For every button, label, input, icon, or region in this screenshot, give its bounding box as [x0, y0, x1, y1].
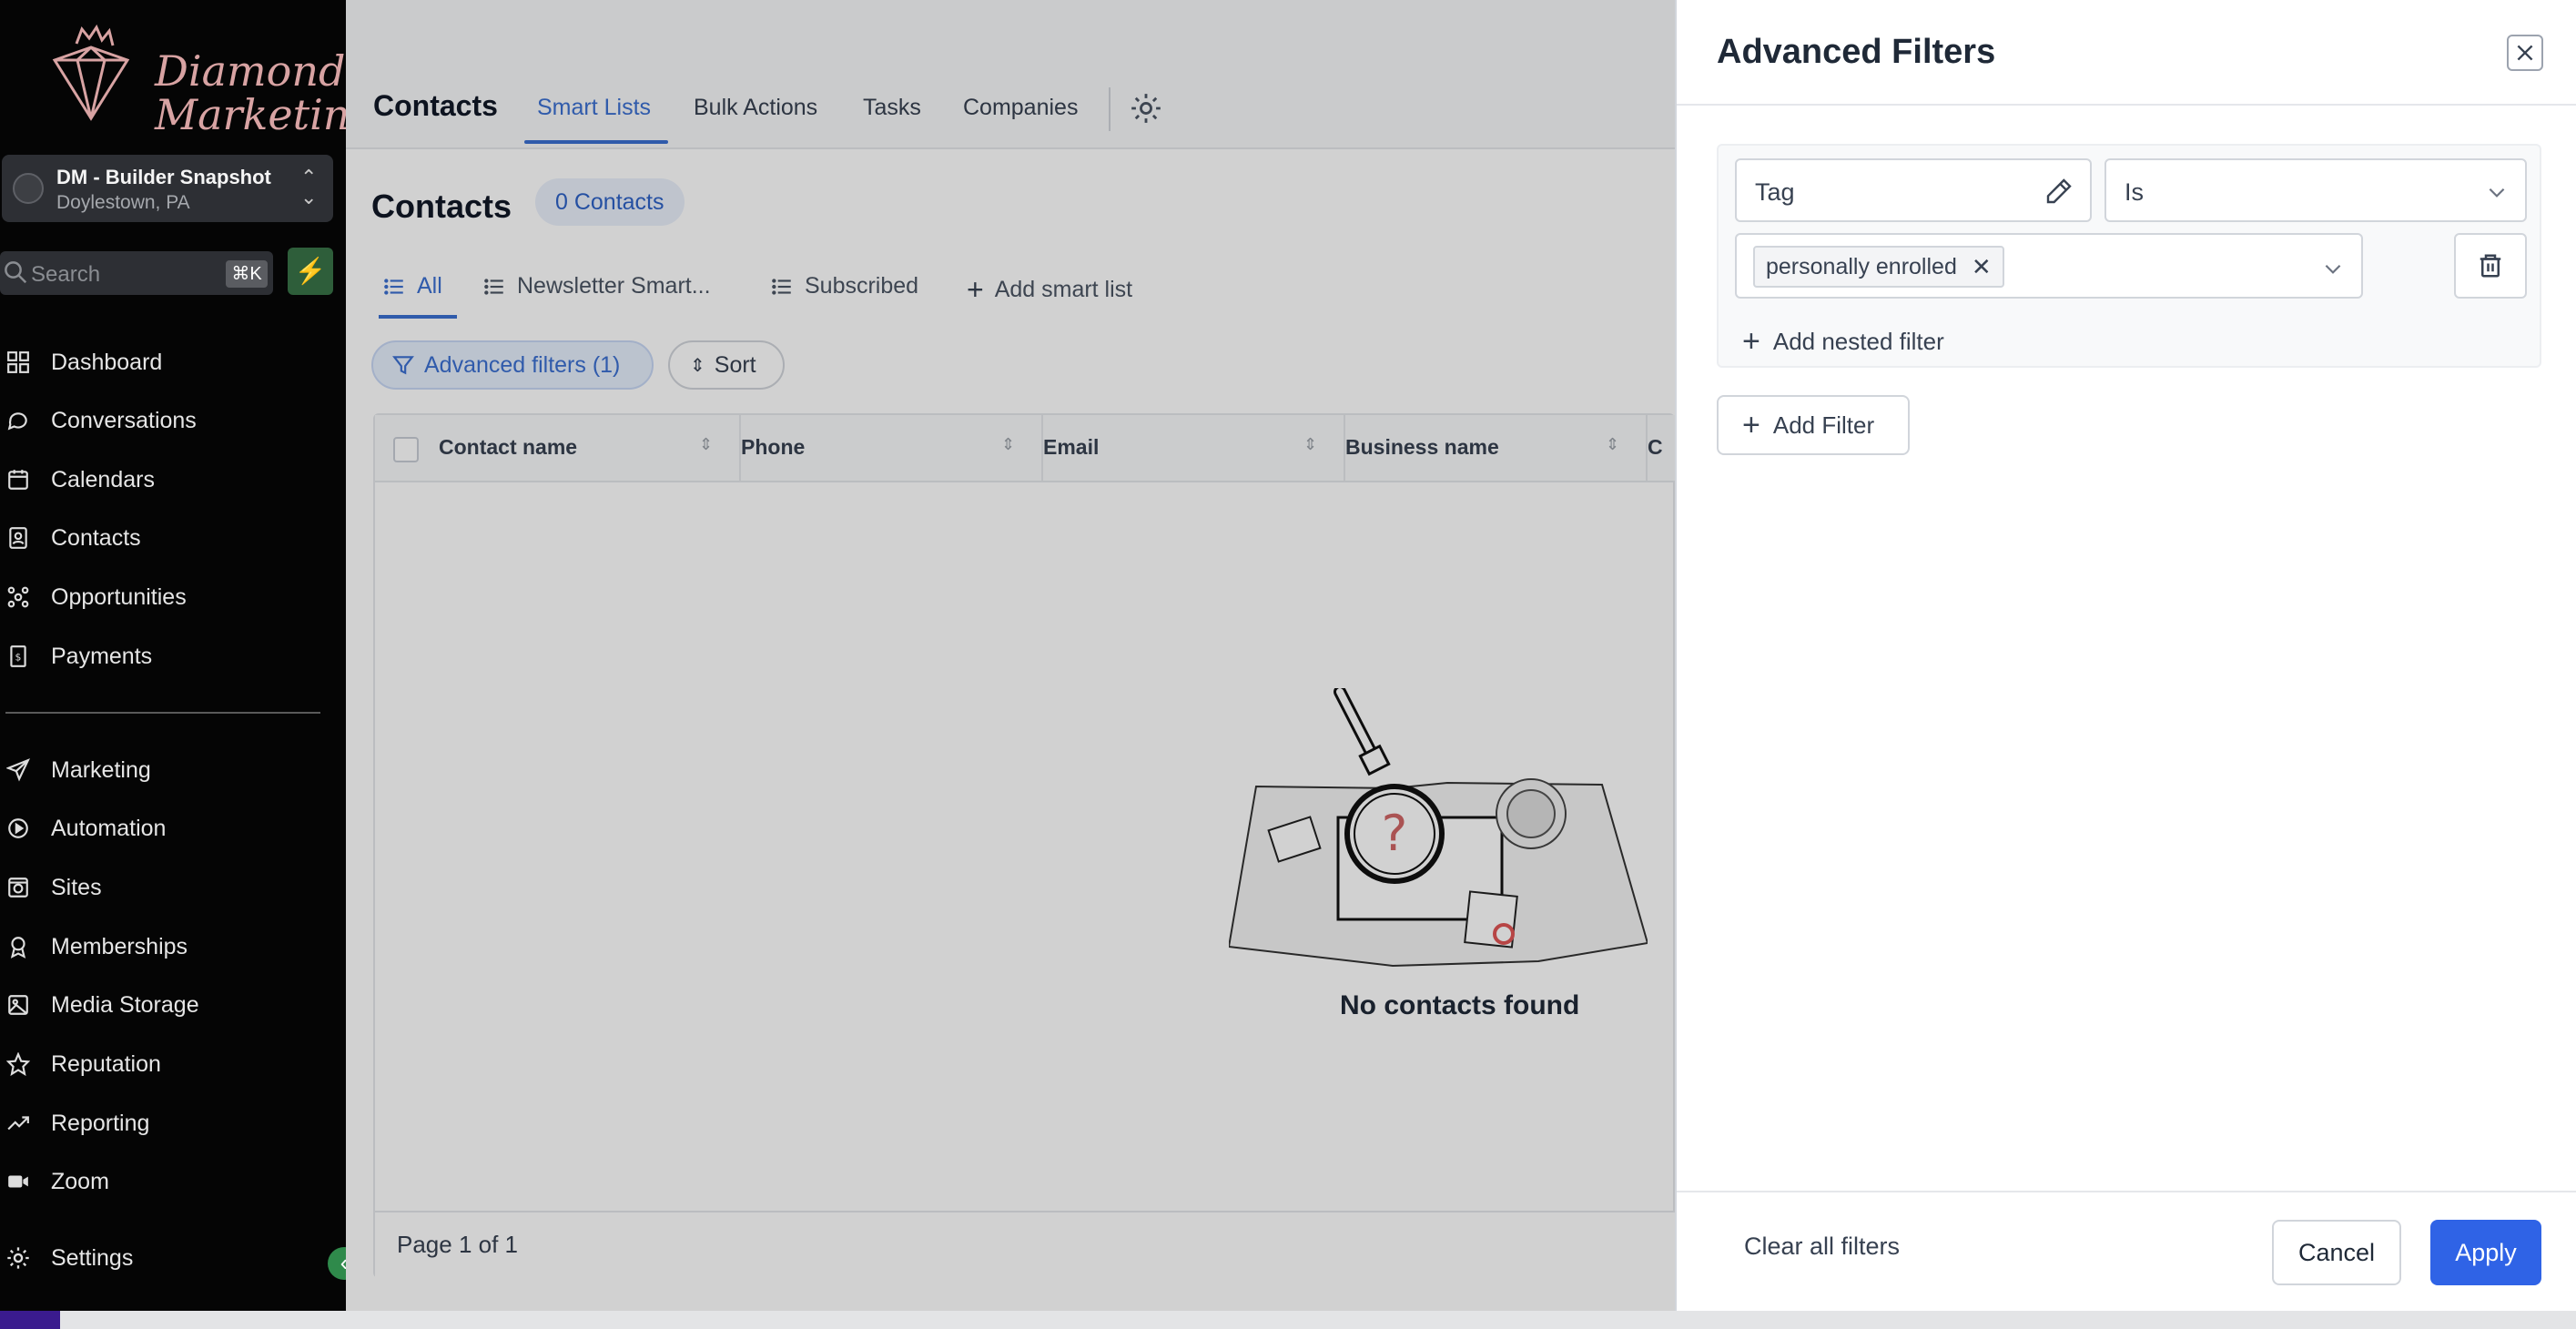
- account-switcher[interactable]: DM - Builder Snapshot Doylestown, PA ⌃ ⌄: [2, 155, 333, 222]
- sidebar-item-automation[interactable]: Automation: [0, 808, 328, 848]
- sidebar-item-memberships[interactable]: Memberships: [0, 927, 328, 967]
- sidebar-item-label: Dashboard: [51, 349, 163, 375]
- sidebar-item-opportunities[interactable]: Opportunities: [0, 577, 328, 617]
- sidebar-item-label: Opportunities: [51, 583, 187, 610]
- bottom-strip: [0, 1311, 2576, 1329]
- apply-button[interactable]: Apply: [2430, 1220, 2541, 1285]
- sidebar-item-marketing[interactable]: Marketing: [0, 750, 328, 790]
- chevron-down-icon: [2489, 188, 2505, 198]
- sites-icon: [0, 869, 36, 906]
- sidebar-item-contacts[interactable]: Contacts: [0, 518, 328, 558]
- automation-icon: [0, 810, 36, 847]
- chat-icon: [0, 402, 36, 439]
- close-icon: [2517, 45, 2533, 61]
- search-shortcut: ⌘K: [226, 260, 268, 288]
- chevron-updown-icon: ⌃ ⌄: [300, 166, 318, 208]
- plus-icon: +: [1742, 407, 1760, 442]
- search-box[interactable]: Search ⌘K: [0, 251, 273, 295]
- sidebar-item-reputation[interactable]: Reputation: [0, 1044, 328, 1084]
- search-placeholder: Search: [31, 262, 101, 287]
- diamond-logo-icon: [52, 24, 130, 121]
- send-icon: [0, 752, 36, 788]
- add-filter-label: Add Filter: [1772, 411, 1875, 439]
- sidebar-item-reporting[interactable]: Reporting: [0, 1103, 328, 1143]
- sidebar-item-media-storage[interactable]: Media Storage: [0, 985, 328, 1025]
- filter-group: Tag Is personally enrolled ✕ + Add neste…: [1717, 144, 2541, 368]
- payments-icon: $: [0, 638, 36, 675]
- filter-operator-label: Is: [2125, 178, 2145, 206]
- chevron-down-icon: [2325, 264, 2341, 274]
- sidebar-item-settings[interactable]: Settings: [0, 1238, 328, 1278]
- sidebar-item-label: Zoom: [51, 1168, 109, 1194]
- delete-filter-button[interactable]: [2454, 233, 2527, 299]
- sidebar-item-label: Reputation: [51, 1050, 161, 1077]
- filter-value-chip: personally enrolled ✕: [1753, 246, 2004, 288]
- sidebar-item-label: Reporting: [51, 1110, 150, 1136]
- sidebar-item-label: Contacts: [51, 524, 141, 551]
- add-nested-filter-button[interactable]: + Add nested filter: [1742, 324, 1944, 360]
- cancel-button[interactable]: Cancel: [2272, 1220, 2401, 1285]
- star-icon: [0, 1046, 36, 1082]
- sidebar-item-label: Payments: [51, 643, 153, 669]
- sidebar-item-label: Automation: [51, 815, 167, 841]
- brand-logo[interactable]: Diamond Marketing: [36, 24, 377, 137]
- sidebar-item-payments[interactable]: $ Payments: [0, 636, 328, 676]
- plus-icon: +: [1742, 324, 1760, 359]
- logo-text: Diamond Marketing: [155, 46, 377, 139]
- dashboard-icon: [0, 344, 36, 380]
- quick-action-button[interactable]: ⚡: [288, 248, 333, 295]
- contacts-icon: [0, 520, 36, 556]
- modal-overlay[interactable]: [346, 0, 1675, 1311]
- taskbar-accent: [0, 1311, 60, 1329]
- panel-header: Advanced Filters: [1677, 0, 2576, 106]
- sidebar-item-calendars[interactable]: Calendars: [0, 460, 328, 500]
- account-location: Doylestown, PA: [56, 192, 190, 213]
- close-panel-button[interactable]: [2507, 35, 2543, 71]
- bolt-icon: ⚡: [294, 257, 327, 285]
- sidebar-item-dashboard[interactable]: Dashboard: [0, 342, 328, 382]
- pencil-icon[interactable]: [2044, 177, 2074, 206]
- filter-field-select[interactable]: Tag: [1735, 158, 2092, 222]
- account-name: DM - Builder Snapshot: [56, 166, 271, 188]
- sidebar-item-label: Conversations: [51, 407, 197, 433]
- svg-text:$: $: [15, 651, 22, 663]
- sidebar-item-label: Calendars: [51, 466, 155, 492]
- filter-operator-select[interactable]: Is: [2104, 158, 2527, 222]
- video-icon: [0, 1163, 36, 1200]
- memberships-icon: [0, 928, 36, 965]
- filter-value-select[interactable]: personally enrolled ✕: [1735, 233, 2363, 299]
- opportunities-icon: [0, 579, 36, 615]
- clear-all-filters-button[interactable]: Clear all filters: [1744, 1233, 1900, 1261]
- trend-icon: [0, 1105, 36, 1141]
- sidebar-divider: [5, 712, 320, 714]
- remove-chip-icon[interactable]: ✕: [1972, 253, 1992, 281]
- sidebar-item-sites[interactable]: Sites: [0, 867, 328, 908]
- add-nested-filter-label: Add nested filter: [1772, 328, 1944, 355]
- sidebar-item-label: Settings: [51, 1244, 134, 1271]
- sidebar-item-zoom[interactable]: Zoom: [0, 1162, 328, 1202]
- gear-icon: [0, 1240, 36, 1276]
- sidebar-item-label: Memberships: [51, 933, 188, 959]
- sidebar: Diamond Marketing DM - Builder Snapshot …: [0, 0, 377, 1311]
- sidebar-item-label: Media Storage: [51, 991, 199, 1018]
- panel-title: Advanced Filters: [1717, 33, 1996, 71]
- trash-icon: [2480, 254, 2501, 278]
- sidebar-item-label: Sites: [51, 874, 102, 900]
- chip-label: personally enrolled: [1766, 253, 1957, 279]
- panel-footer: Clear all filters Cancel Apply: [1677, 1191, 2576, 1311]
- account-icon: [13, 173, 44, 204]
- search-icon: [5, 261, 27, 284]
- sidebar-item-label: Marketing: [51, 756, 151, 783]
- filter-field-label: Tag: [1755, 178, 1795, 206]
- sidebar-item-conversations[interactable]: Conversations: [0, 401, 328, 441]
- advanced-filters-panel: Advanced Filters Tag Is personally enrol…: [1675, 0, 2576, 1311]
- add-filter-button[interactable]: + Add Filter: [1717, 395, 1910, 455]
- media-icon: [0, 987, 36, 1023]
- calendar-icon: [0, 462, 36, 498]
